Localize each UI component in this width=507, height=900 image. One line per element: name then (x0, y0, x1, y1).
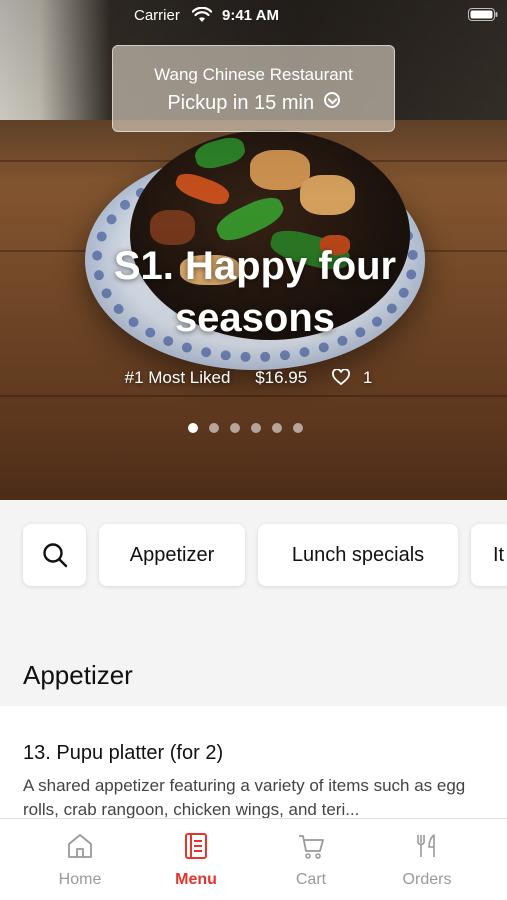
orders-icon (417, 834, 435, 857)
tab-orders-label: Orders (402, 871, 452, 888)
like-count[interactable]: 1 (332, 368, 382, 387)
menu-item[interactable]: 13. Pupu platter (for 2) A shared appeti… (0, 706, 507, 821)
pickup-eta-label: Pickup in 15 min (167, 92, 315, 114)
carousel-dot[interactable] (251, 423, 261, 433)
home-icon (68, 834, 92, 858)
menu-icon (185, 833, 207, 859)
status-bar: Carrier 9:41 AM (0, 0, 507, 30)
heart-icon (332, 369, 350, 385)
tab-menu-label: Menu (175, 871, 217, 888)
carrier-label: Carrier (134, 7, 180, 24)
dish-rank: #1 Most Liked (124, 368, 231, 387)
category-bar[interactable]: Appetizer Lunch specials It (0, 500, 507, 612)
category-chip-partial[interactable]: It (471, 524, 507, 586)
tab-orders[interactable]: Orders (377, 831, 477, 889)
carousel-dot[interactable] (293, 423, 303, 433)
category-chip-lunch-specials[interactable]: Lunch specials (258, 524, 458, 586)
chevron-down-icon (323, 92, 340, 108)
tab-home-label: Home (58, 871, 102, 888)
tab-bar: Home Menu Cart Orders (0, 818, 507, 900)
tab-menu[interactable]: Menu (146, 831, 246, 889)
battery-icon (468, 8, 498, 21)
restaurant-name: Wang Chinese Restaurant (154, 65, 353, 84)
pickup-selector[interactable]: Wang Chinese Restaurant Pickup in 15 min (112, 45, 395, 132)
tab-cart-label: Cart (295, 871, 327, 888)
carousel-dot[interactable] (188, 423, 198, 433)
carousel-dot[interactable] (209, 423, 219, 433)
like-count-value: 1 (362, 368, 373, 387)
menu-item-description: A shared appetizer featuring a variety o… (23, 776, 466, 819)
featured-dish-hero[interactable]: Carrier 9:41 AM Wang Chinese Restaurant … (0, 0, 507, 500)
menu-item-name: 13. Pupu platter (for 2) (23, 742, 224, 764)
search-button[interactable] (23, 524, 86, 586)
featured-dish-title: S1. Happy four seasons (113, 244, 397, 340)
section-title: Appetizer (23, 660, 133, 690)
carousel-indicator[interactable] (188, 423, 303, 433)
featured-dish-meta: #1 Most Liked $16.95 1 (0, 368, 507, 388)
dish-price: $16.95 (255, 368, 308, 387)
pickup-time: Pickup in 15 min (113, 92, 394, 115)
carousel-dot[interactable] (230, 423, 240, 433)
search-icon (42, 543, 67, 568)
carousel-dot[interactable] (272, 423, 282, 433)
clock: 9:41 AM (222, 7, 279, 24)
category-chip-appetizer[interactable]: Appetizer (99, 524, 245, 586)
tab-home[interactable]: Home (30, 831, 130, 889)
tab-cart[interactable]: Cart (261, 831, 361, 889)
wifi-icon (192, 7, 212, 22)
cart-icon (299, 835, 324, 859)
